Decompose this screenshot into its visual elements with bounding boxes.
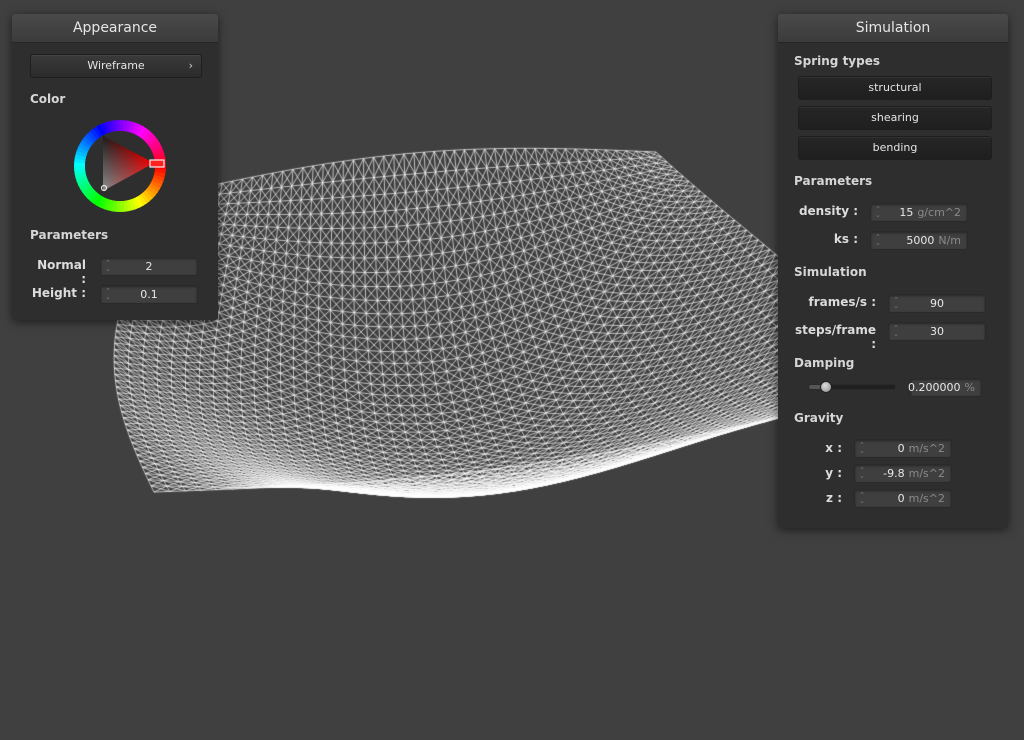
- spinner-icon[interactable]: ⌃ ⌄: [875, 234, 881, 247]
- spinner-icon[interactable]: ⌃ ⌄: [859, 467, 865, 480]
- frames-per-second-label: frames/s :: [808, 295, 876, 309]
- gravity-z-label: z :: [826, 491, 842, 505]
- color-section-label: Color: [30, 92, 66, 106]
- simulation-panel: Simulation Spring types structural shear…: [778, 14, 1008, 528]
- damping-label: Damping: [794, 356, 855, 370]
- gravity-label: Gravity: [794, 411, 844, 425]
- shading-mode-label: Wireframe: [87, 59, 145, 72]
- structural-spring-button[interactable]: structural: [798, 76, 992, 100]
- gravity-y-label: y :: [825, 466, 842, 480]
- gravity-z-input[interactable]: ⌃ ⌄ 0 m/s^2: [854, 489, 952, 508]
- spinner-icon[interactable]: ⌃ ⌄: [875, 206, 881, 219]
- hue-marker: [149, 159, 165, 168]
- damping-slider-handle[interactable]: [820, 381, 833, 393]
- density-input[interactable]: ⌃ ⌄ 15 g/cm^2: [870, 203, 968, 222]
- bending-spring-button[interactable]: bending: [798, 136, 992, 160]
- appearance-panel: Appearance Wireframe › Color Parameters …: [12, 14, 218, 320]
- normal-label: Normal :: [37, 258, 86, 286]
- shading-mode-button[interactable]: Wireframe ›: [30, 54, 202, 78]
- damping-input[interactable]: 0.200000%: [908, 378, 982, 397]
- spinner-icon[interactable]: ⌃ ⌄: [859, 442, 865, 455]
- color-wheel[interactable]: [70, 116, 170, 216]
- simulation-panel-title[interactable]: Simulation: [778, 14, 1008, 43]
- gravity-x-input[interactable]: ⌃ ⌄ 0 m/s^2: [854, 439, 952, 458]
- appearance-panel-title[interactable]: Appearance: [12, 14, 218, 43]
- simulation-section-label: Simulation: [794, 265, 867, 279]
- frames-per-second-input[interactable]: ⌃ ⌄ 90: [888, 294, 986, 313]
- height-label: Height :: [31, 286, 86, 300]
- ks-input[interactable]: ⌃ ⌄ 5000 N/m: [870, 231, 968, 250]
- simulation-parameters-label: Parameters: [794, 174, 873, 188]
- shearing-spring-button[interactable]: shearing: [798, 106, 992, 130]
- gravity-y-input[interactable]: ⌃ ⌄ -9.8 m/s^2: [854, 464, 952, 483]
- spinner-icon[interactable]: ⌃ ⌄: [859, 492, 865, 505]
- gravity-x-label: x :: [825, 441, 842, 455]
- steps-per-frame-input[interactable]: ⌃ ⌄ 30: [888, 322, 986, 341]
- appearance-parameters-label: Parameters: [30, 228, 109, 242]
- density-label: density :: [798, 204, 858, 218]
- ks-label: ks :: [833, 232, 858, 246]
- chevron-right-icon: ›: [188, 59, 193, 72]
- spring-types-label: Spring types: [794, 54, 881, 68]
- steps-per-frame-label: steps/frame :: [794, 323, 876, 351]
- height-input[interactable]: ⌃ ⌄ 0.1: [100, 285, 198, 304]
- normal-input[interactable]: ⌃ ⌄ 2: [100, 257, 198, 276]
